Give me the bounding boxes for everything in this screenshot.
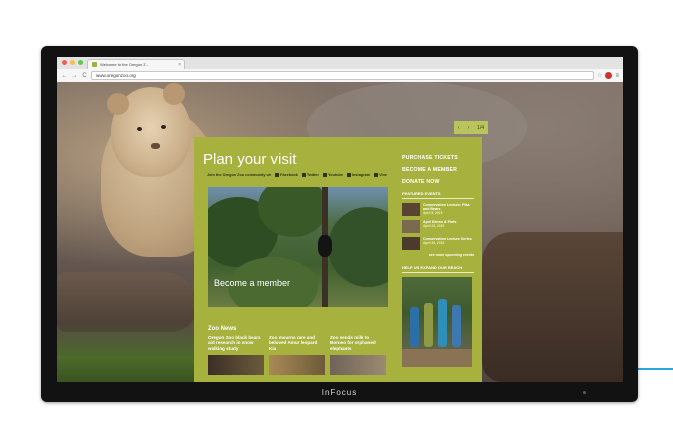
social-youtube-link[interactable]: Youtube [323,173,343,177]
become-member-link[interactable]: BECOME A MEMBER [402,167,474,173]
content-panel: Plan your visit Join the Oregon Zoo comm… [194,137,482,382]
social-bar: Join the Oregon Zoo community on Faceboo… [207,173,387,177]
social-vine-link[interactable]: Vine [374,173,387,177]
prev-slide-button[interactable]: ‹ [458,125,460,131]
featured-events-heading: FEATURED EVENTS [402,191,474,199]
browser-menu-icon[interactable]: ≡ [615,73,619,79]
vine-icon [374,173,379,177]
tab-close-icon[interactable]: × [178,62,181,68]
background-log-right [482,232,623,382]
news-item[interactable]: Oregon Zoo black bears aid research in s… [208,335,264,376]
join-text: Join the Oregon Zoo community on [207,173,272,177]
event-thumbnail [402,220,420,233]
slide-pager: ‹ › 1/4 [454,121,488,134]
tab-title: Welcome to the Oregon Z... [100,62,150,67]
bear-image [318,235,332,257]
donate-now-link[interactable]: DONATE NOW [402,179,474,185]
tab-strip: Welcome to the Oregon Z... × [57,57,623,69]
news-item[interactable]: Zoo sends milk to Borneo for orphaned el… [330,335,386,376]
event-item[interactable]: April Brews & Pints April 23, 2015 [402,220,474,233]
twitter-icon [301,173,306,177]
volunteers-photo[interactable] [402,277,472,367]
event-date: April 23, 2015 [423,224,445,229]
monitor: Welcome to the Oregon Z... × ← → C www.o… [41,46,638,402]
product-photo: Welcome to the Oregon Z... × ← → C www.o… [0,0,673,426]
monitor-screen: Welcome to the Oregon Z... × ← → C www.o… [57,57,623,382]
zoom-window-button[interactable] [78,60,83,65]
news-headline: Oregon Zoo black bears aid research in s… [208,335,261,351]
hero-banner[interactable]: Become a member [208,187,388,307]
social-instagram-link[interactable]: Instagram [346,173,370,177]
power-indicator [583,391,586,394]
sidebar: PURCHASE TICKETS BECOME A MEMBER DONATE … [402,155,474,367]
monitor-chin: InFocus [41,382,638,402]
zoo-favicon-icon [92,62,97,67]
news-heading: Zoo News [208,326,237,332]
event-title: Conservation Lecture: Pika and Bears [423,203,470,212]
slide-count: 1/4 [477,124,485,131]
brand-logo: InFocus [321,387,358,397]
social-facebook-link[interactable]: Facebook [275,173,298,177]
news-thumbnail [208,355,264,376]
youtube-icon [323,173,328,177]
reload-button[interactable]: C [81,73,88,79]
hero-label: Become a member [214,278,291,288]
event-item[interactable]: Conservation Lecture: Pika and Bears Apr… [402,203,474,216]
page-title: Plan your visit [203,151,297,168]
news-thumbnail [330,355,386,376]
web-page: ‹ › 1/4 Plan your visit Join the Oregon … [57,82,623,382]
browser-tab[interactable]: Welcome to the Oregon Z... × [87,59,185,69]
background-grass [57,322,197,382]
monitor-cable [638,368,673,370]
social-twitter-link[interactable]: Twitter [301,173,319,177]
window-controls [62,60,83,65]
address-bar[interactable]: www.oregonzoo.org [91,71,595,80]
news-item[interactable]: Zoo mourns rare and beloved Amur leopard… [269,335,325,376]
close-window-button[interactable] [62,60,67,65]
purchase-tickets-link[interactable]: PURCHASE TICKETS [402,155,474,161]
event-thumbnail [402,237,420,250]
bookmark-star-icon[interactable]: ☆ [597,72,602,79]
see-more-events-link[interactable]: see more upcoming events [402,253,474,257]
event-thumbnail [402,203,420,216]
event-date: April 8, 2015 [423,211,443,216]
back-button[interactable]: ← [61,73,68,79]
browser-chrome: Welcome to the Oregon Z... × ← → C www.o… [57,57,623,82]
news-headline: Zoo mourns rare and beloved Amur leopard… [269,335,318,351]
news-headline: Zoo sends milk to Borneo for orphaned el… [330,335,376,351]
url-text: www.oregonzoo.org [96,73,136,78]
extension-icon[interactable] [605,72,613,79]
news-thumbnail [269,355,325,376]
event-date: April 30, 2015 [423,241,445,246]
forward-button[interactable]: → [71,73,78,79]
help-heading: HELP US EXPAND OUR REACH [402,265,474,273]
next-slide-button[interactable]: › [468,125,470,131]
toolbar: ← → C www.oregonzoo.org ☆ ≡ [57,69,623,82]
minimize-window-button[interactable] [70,60,75,65]
event-item[interactable]: Conservation Lecture Series April 30, 20… [402,237,474,250]
facebook-icon [275,173,280,177]
instagram-icon [346,173,351,177]
